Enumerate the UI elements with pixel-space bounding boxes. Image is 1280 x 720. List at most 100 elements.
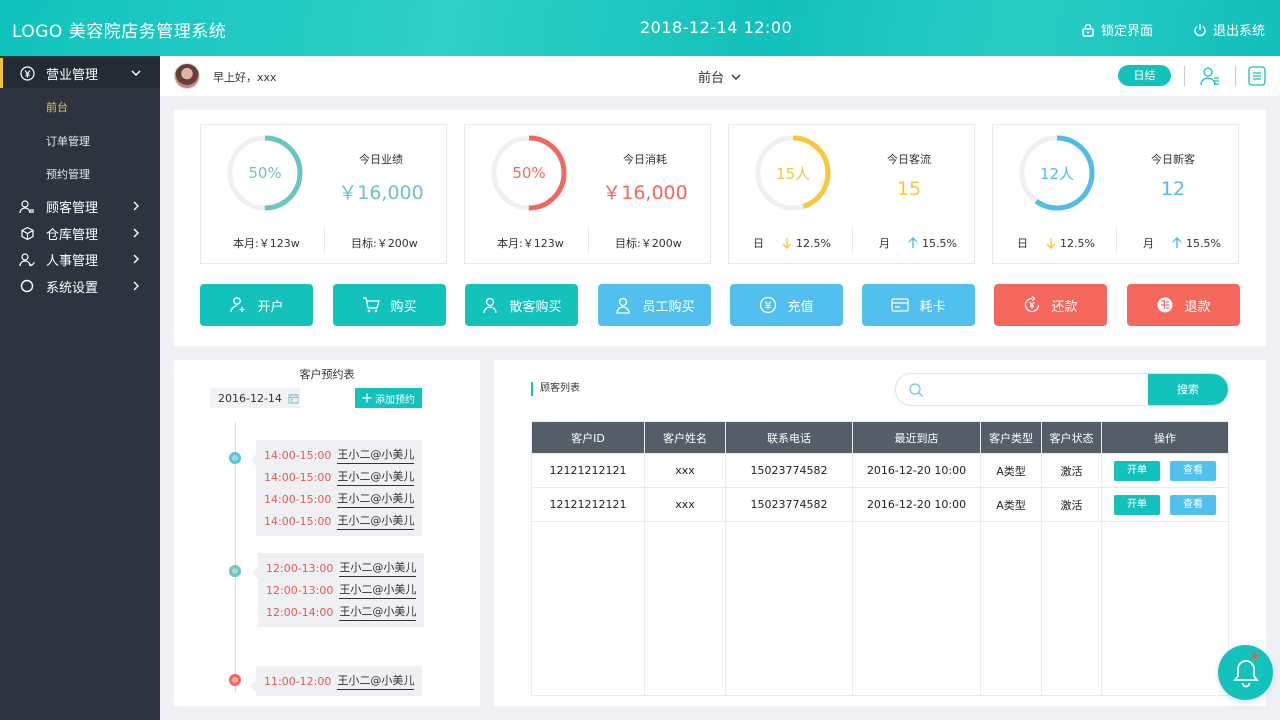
stat-daily-change: 日 12.5% — [753, 235, 831, 251]
sidebar-item-label: 人事管理 — [46, 253, 99, 269]
stat-daily-label: 日 — [753, 237, 764, 250]
column-header[interactable]: 客户ID — [531, 421, 645, 454]
open-order-button[interactable]: 开单 — [1114, 460, 1160, 481]
sidebar-item-business[interactable]: 营业管理 — [0, 58, 160, 88]
stat-title: 今日新客 — [1151, 153, 1195, 166]
logout-button[interactable]: 退出系统 — [1193, 20, 1265, 39]
repay-button[interactable]: 还款 — [994, 284, 1107, 326]
table-row[interactable]: 12121212121 xxx 15023774582 2016-12-20 1… — [531, 487, 1229, 522]
open-order-button[interactable]: 开单 — [1114, 494, 1160, 515]
appointment-name[interactable]: 王小二@小美儿 — [337, 512, 415, 530]
appointment-title: 客户预约表 — [299, 368, 355, 381]
refund-icon — [1157, 297, 1173, 313]
plus-icon — [362, 393, 372, 403]
cell-customer-name: xxx — [644, 487, 726, 522]
appointment-row[interactable]: 14:00-15:00 王小二@小美儿 — [264, 488, 415, 510]
appointment-row[interactable]: 14:00-15:00 王小二@小美儿 — [264, 444, 415, 466]
stat-card-traffic: 15人 今日客流 15 日 12.5% 月 15.5% — [728, 124, 975, 264]
add-appointment-label: 添加预约 — [375, 394, 415, 406]
recharge-icon — [760, 296, 777, 314]
staff-purchase-button[interactable]: 员工购买 — [598, 284, 711, 326]
appointment-row[interactable]: 14:00-15:00 王小二@小美儿 — [264, 466, 415, 488]
action-label: 耗卡 — [919, 299, 946, 315]
column-header: 操作 — [1101, 421, 1229, 454]
consume-card-button[interactable]: 耗卡 — [862, 284, 975, 326]
cell-last-visit: 2016-12-20 10:00 — [852, 487, 981, 522]
lock-screen-button[interactable]: 锁定界面 — [1081, 20, 1153, 39]
appointment-row[interactable]: 14:00-15:00 王小二@小美儿 — [264, 510, 415, 532]
sidebar-item-settings[interactable]: 系统设置 — [0, 271, 160, 301]
stat-title: 今日消耗 — [623, 153, 667, 166]
appointment-name[interactable]: 王小二@小美儿 — [339, 603, 417, 621]
appointment-group: 14:00-15:00 王小二@小美儿 14:00-15:00 王小二@小美儿 14… — [249, 440, 423, 536]
appointment-time: 14:00-15:00 — [264, 470, 332, 484]
stat-value: ￥16,000 — [602, 182, 688, 204]
search-button[interactable]: 搜索 — [1148, 374, 1228, 405]
document-icon[interactable] — [1246, 65, 1268, 87]
table-empty-row — [531, 521, 1229, 696]
sidebar-sub-frontdesk[interactable]: 前台 — [46, 99, 68, 115]
column-header[interactable]: 联系电话 — [725, 421, 853, 454]
walk-in-purchase-button[interactable]: 散客购买 — [465, 284, 578, 326]
add-appointment-button[interactable]: 添加预约 — [355, 388, 422, 408]
column-header[interactable]: 最近到店 — [852, 421, 981, 454]
sidebar-sub-appointments[interactable]: 预约管理 — [46, 166, 90, 182]
box-icon — [19, 225, 35, 241]
arrow-down-icon — [1046, 238, 1056, 249]
arrow-down-icon — [782, 238, 792, 249]
purchase-button[interactable]: 购买 — [333, 284, 446, 326]
sidebar-item-customers[interactable]: 顾客管理 — [0, 191, 160, 221]
refund-button[interactable]: 退款 — [1127, 284, 1240, 326]
appointment-row[interactable]: 12:00-13:00 王小二@小美儿 — [266, 579, 417, 601]
stat-card-consumption: 50% 今日消耗 ￥16,000 本月:￥123w 目标:￥200w — [464, 124, 711, 264]
card-icon — [891, 298, 910, 312]
appointment-date-picker[interactable]: 2016-12-14 — [210, 388, 300, 408]
appointment-name[interactable]: 王小二@小美儿 — [337, 468, 415, 486]
user-manage-icon[interactable] — [1199, 65, 1221, 87]
chevron-down-icon — [731, 74, 741, 80]
customer-list-panel: 顾客列表 搜索 客户ID 客户姓名 联系电话 最近到店 客户类型 客户状态 操作… — [494, 360, 1266, 706]
column-header[interactable]: 客户姓名 — [644, 421, 726, 454]
chevron-down-icon — [131, 70, 141, 76]
stat-daily-change: 日 12.5% — [1017, 235, 1095, 251]
divider — [1184, 66, 1185, 86]
column-header[interactable]: 客户状态 — [1041, 421, 1102, 454]
view-button[interactable]: 查看 — [1170, 460, 1216, 481]
table-row[interactable]: 12121212121 xxx 15023774582 2016-12-20 1… — [531, 453, 1229, 488]
appointment-name[interactable]: 王小二@小美儿 — [337, 672, 415, 690]
column-header[interactable]: 客户类型 — [980, 421, 1042, 454]
open-account-button[interactable]: 开户 — [200, 284, 313, 326]
appointment-row[interactable]: 12:00-13:00 王小二@小美儿 — [266, 557, 417, 579]
empty-cell — [1041, 521, 1102, 696]
notification-button[interactable] — [1218, 645, 1273, 700]
appointment-name[interactable]: 王小二@小美儿 — [339, 559, 417, 577]
cell-customer-id: 12121212121 — [531, 487, 645, 522]
appointment-row[interactable]: 11:00-12:00 王小二@小美儿 — [264, 670, 415, 692]
stat-target: 目标:￥200w — [351, 237, 418, 250]
appointment-name[interactable]: 王小二@小美儿 — [337, 446, 415, 464]
chevron-right-icon — [133, 201, 139, 211]
cell-customer-status: 激活 — [1041, 453, 1102, 488]
stat-target: 目标:￥200w — [615, 237, 682, 250]
role-select[interactable]: 前台 — [698, 67, 742, 86]
view-button[interactable]: 查看 — [1170, 494, 1216, 515]
recharge-button[interactable]: 充值 — [730, 284, 843, 326]
daily-close-button[interactable]: 日结 — [1118, 65, 1171, 86]
role-select-value: 前台 — [698, 71, 725, 86]
sidebar-item-hr[interactable]: 人事管理 — [0, 244, 160, 274]
appointment-name[interactable]: 王小二@小美儿 — [339, 581, 417, 599]
person-icon — [19, 251, 35, 267]
sidebar-sub-orders[interactable]: 订单管理 — [46, 133, 90, 149]
arrow-up-icon — [1172, 237, 1182, 248]
appointment-name[interactable]: 王小二@小美儿 — [337, 490, 415, 508]
app-title: LOGO 美容院店务管理系统 — [12, 22, 227, 42]
avatar[interactable] — [174, 63, 200, 89]
ring-label: 12人 — [1039, 164, 1075, 183]
stat-daily-value: 12.5% — [796, 236, 831, 250]
appointment-time: 14:00-15:00 — [264, 514, 332, 528]
empty-cell — [980, 521, 1042, 696]
timeline-dot — [229, 452, 241, 464]
search-input[interactable] — [932, 374, 1144, 405]
appointment-row[interactable]: 12:00-14:00 王小二@小美儿 — [266, 601, 417, 623]
appointment-date: 2016-12-14 — [218, 391, 282, 405]
